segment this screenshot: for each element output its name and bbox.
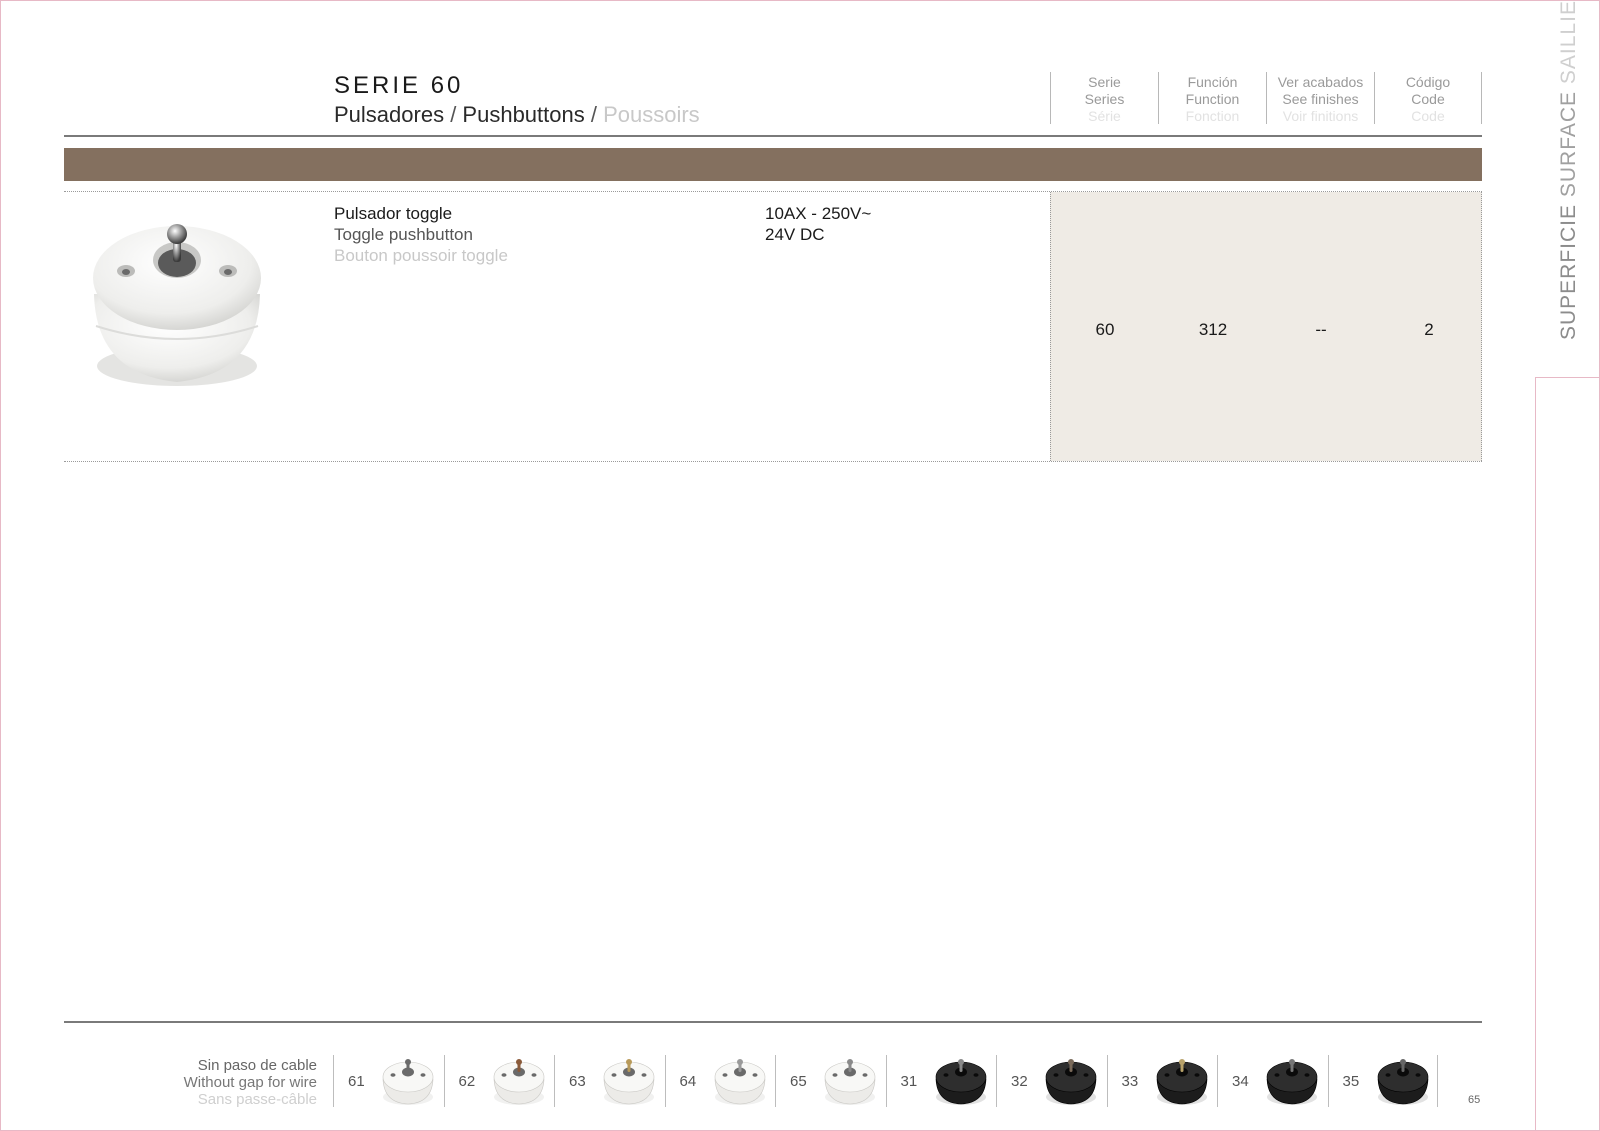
column-header-serie: Serie Series Série: [1050, 72, 1158, 124]
column-header-codigo: Código Code Code: [1374, 72, 1482, 124]
finish-swatch-strip: 61 62 63 64 65 31 32 33 34 35: [333, 1055, 1438, 1107]
finish-swatch: 34: [1217, 1055, 1328, 1107]
product-name-fr: Bouton poussoir toggle: [334, 246, 508, 265]
column-header-fr: Code: [1411, 108, 1445, 124]
finish-thumbnail-icon: [1045, 1059, 1097, 1105]
page-number: 65: [1468, 1094, 1481, 1106]
finish-thumbnail-icon: [493, 1059, 544, 1105]
column-header-fr: Voir finitions: [1282, 108, 1359, 124]
series-subtitle: Pulsadores / Pushbuttons / Poussoirs: [334, 102, 700, 128]
finish-code: 64: [679, 1073, 697, 1090]
finish-swatch: 64: [664, 1055, 776, 1107]
finish-code: 65: [790, 1073, 807, 1090]
finish-code: 61: [348, 1073, 365, 1090]
finish-code: 31: [900, 1073, 918, 1090]
column-header-es: Código: [1405, 74, 1451, 90]
product-toggle-pushbutton-image: [93, 224, 261, 386]
finish-thumbnail-icon: [1377, 1059, 1428, 1105]
column-header-es: Función: [1187, 74, 1238, 90]
finish-swatch: 61: [333, 1055, 444, 1107]
subtitle-separator: /: [584, 102, 604, 127]
header-divider: [64, 135, 1482, 137]
finish-thumbnail-icon: [382, 1059, 434, 1105]
code-funcion: 312: [1198, 320, 1228, 339]
footer-legend-fr: Sans passe-câble: [197, 1091, 317, 1108]
finish-swatch: 63: [554, 1055, 665, 1107]
column-header-fr: Série: [1088, 108, 1121, 124]
finish-thumbnail-icon: [1266, 1059, 1318, 1105]
product-name-es: Pulsador toggle: [334, 204, 453, 223]
section-band: [64, 148, 1482, 181]
finish-code: 63: [569, 1073, 586, 1090]
finish-code: 62: [458, 1073, 476, 1090]
spec-ac-rating: 10AX - 250V~: [765, 204, 872, 223]
finish-swatch: 31: [885, 1055, 997, 1107]
title-block: SERIE 60 Pulsadores / Pushbuttons / Pous…: [334, 72, 700, 128]
finish-thumbnail-icon: [603, 1059, 655, 1105]
column-header-es: Serie: [1088, 74, 1121, 90]
finish-thumbnail-icon: [714, 1059, 765, 1105]
code-cell-group: 60 312 -- 2: [1050, 192, 1482, 461]
column-header-en: Code: [1411, 91, 1445, 107]
side-label-en: SURFACE: [1557, 90, 1580, 198]
product-specs: 10AX - 250V~ 24V DC: [765, 203, 871, 245]
subtitle-es: Pulsadores: [334, 102, 445, 127]
column-header-fr: Fonction: [1185, 108, 1240, 124]
footer-legend-en: Without gap for wire: [183, 1074, 317, 1091]
column-header-acabados: Ver acabados See finishes Voir finitions: [1266, 72, 1374, 124]
spec-dc-rating: 24V DC: [765, 225, 825, 244]
finish-swatch: 35: [1327, 1055, 1438, 1107]
column-headers: Serie Series Série Función Function Fonc…: [1050, 72, 1482, 124]
finish-code: 34: [1232, 1073, 1249, 1090]
finish-code: 33: [1121, 1073, 1139, 1090]
product-description: Pulsador toggle Toggle pushbutton Bouton…: [334, 203, 508, 266]
finish-code: 32: [1011, 1073, 1028, 1090]
finish-swatch: 32: [996, 1055, 1107, 1107]
finish-swatch: 65: [775, 1055, 886, 1107]
side-tab-border: [1535, 377, 1600, 1131]
finish-code: 35: [1342, 1073, 1360, 1090]
footer-legend: Sin paso de cable Without gap for wire S…: [110, 1057, 317, 1108]
subtitle-fr: Poussoirs: [603, 102, 700, 127]
product-name-en: Toggle pushbutton: [334, 225, 473, 244]
column-header-es: Ver acabados: [1277, 74, 1364, 90]
code-serie: 60: [1095, 320, 1115, 339]
footer-legend-es: Sin paso de cable: [197, 1057, 317, 1074]
column-header-en: Function: [1185, 91, 1240, 107]
row-divider-bottom: [64, 461, 1482, 462]
finish-thumbnail-icon: [1156, 1059, 1207, 1105]
finish-swatch: 62: [443, 1055, 555, 1107]
side-label-es: SUPERFICIE: [1557, 203, 1580, 340]
finish-thumbnail-icon: [824, 1059, 876, 1105]
side-section-label: SUPERFICIE SURFACE SAILLIE: [1557, 0, 1581, 340]
column-header-en: Series: [1084, 91, 1125, 107]
side-label-fr: SAILLIE: [1557, 0, 1580, 85]
footer-divider: [64, 1021, 1482, 1023]
code-acabados: --: [1315, 320, 1327, 339]
finish-swatch: 33: [1106, 1055, 1218, 1107]
finish-thumbnail-icon: [935, 1059, 986, 1105]
series-title: SERIE 60: [334, 72, 464, 99]
column-header-funcion: Función Function Fonction: [1158, 72, 1266, 124]
code-codigo: 2: [1424, 320, 1434, 339]
subtitle-en: Pushbuttons: [462, 102, 585, 127]
column-header-en: See finishes: [1282, 91, 1359, 107]
subtitle-separator: /: [444, 102, 463, 127]
